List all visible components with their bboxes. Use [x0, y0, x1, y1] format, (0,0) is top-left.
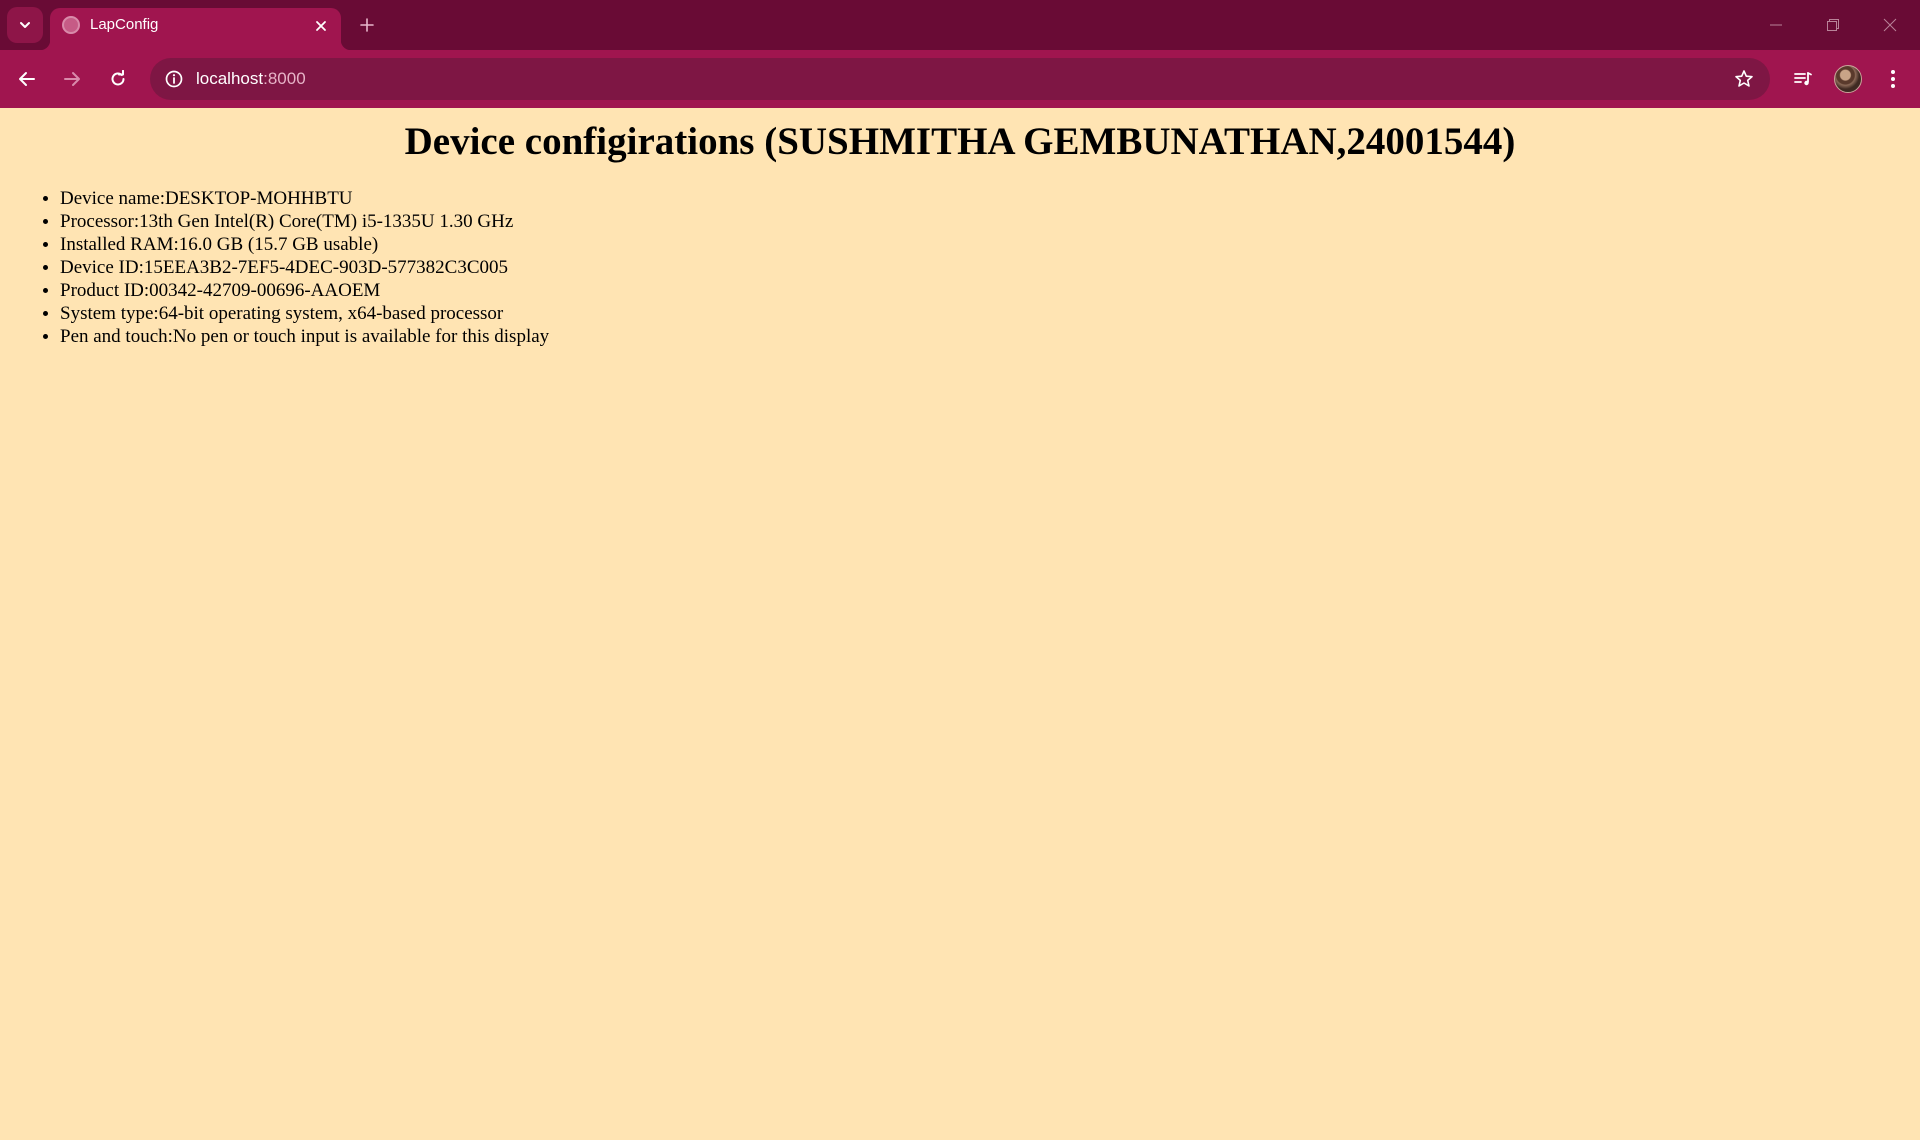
- kebab-menu-icon: [1891, 70, 1895, 88]
- page-title: Device configirations (SUSHMITHA GEMBUNA…: [404, 120, 1516, 163]
- minimize-icon: [1770, 24, 1782, 26]
- forward-button[interactable]: [55, 62, 89, 96]
- url-port: :8000: [263, 69, 306, 88]
- reload-icon: [111, 70, 125, 86]
- plus-icon: [360, 18, 374, 32]
- tab-close-button[interactable]: [309, 14, 333, 38]
- spec-system-type: System type:64-bit operating system, x64…: [60, 302, 1920, 325]
- spec-product-id: Product ID:00342-42709-00696-AAOEM: [60, 279, 1920, 302]
- close-icon: [316, 21, 326, 31]
- avatar[interactable]: [1834, 65, 1862, 93]
- media-controls-icon: [1794, 72, 1812, 86]
- restore-button[interactable]: [1815, 10, 1851, 40]
- spec-processor: Processor:13th Gen Intel(R) Core(TM) i5-…: [60, 210, 1920, 233]
- spec-device-id: Device ID:15EEA3B2-7EF5-4DEC-903D-577382…: [60, 256, 1920, 279]
- tab-lapconfig[interactable]: LapConfig: [40, 8, 351, 50]
- browser-toolbar: localhost:8000: [0, 50, 1920, 108]
- spec-installed-ram: Installed RAM:16.0 GB (15.7 GB usable): [60, 233, 1920, 256]
- device-spec-list: Device name:DESKTOP-MOHHBTU Processor:13…: [0, 187, 1920, 348]
- new-tab-button[interactable]: [352, 10, 382, 40]
- window-close-button[interactable]: [1872, 10, 1908, 40]
- chevron-down-icon: [20, 22, 30, 28]
- site-info-button[interactable]: [158, 63, 190, 95]
- browser-menu-button[interactable]: [1876, 62, 1910, 96]
- spec-device-name: Device name:DESKTOP-MOHHBTU: [60, 187, 1920, 210]
- back-arrow-icon: [19, 72, 35, 86]
- window-close-icon: [1883, 18, 1897, 32]
- bookmark-button[interactable]: [1728, 63, 1760, 95]
- back-button[interactable]: [10, 62, 44, 96]
- url-text[interactable]: localhost:8000: [196, 69, 306, 89]
- tab-title: LapConfig: [90, 16, 159, 33]
- favicon-icon: [62, 16, 80, 34]
- star-icon: [1735, 70, 1753, 87]
- restore-icon: [1827, 19, 1839, 31]
- forward-arrow-icon: [64, 72, 80, 86]
- reload-button[interactable]: [101, 62, 135, 96]
- minimize-button[interactable]: [1758, 10, 1794, 40]
- url-host: localhost: [196, 69, 264, 88]
- info-icon: [165, 70, 183, 88]
- address-bar[interactable]: localhost:8000: [150, 58, 1770, 100]
- spec-pen-and-touch: Pen and touch:No pen or touch input is a…: [60, 325, 1920, 348]
- tab-strip: LapConfig: [0, 0, 1920, 50]
- media-controls-button[interactable]: [1786, 62, 1820, 96]
- page-content: Device configirations (SUSHMITHA GEMBUNA…: [0, 108, 1920, 1140]
- tab-search-button[interactable]: [7, 7, 43, 43]
